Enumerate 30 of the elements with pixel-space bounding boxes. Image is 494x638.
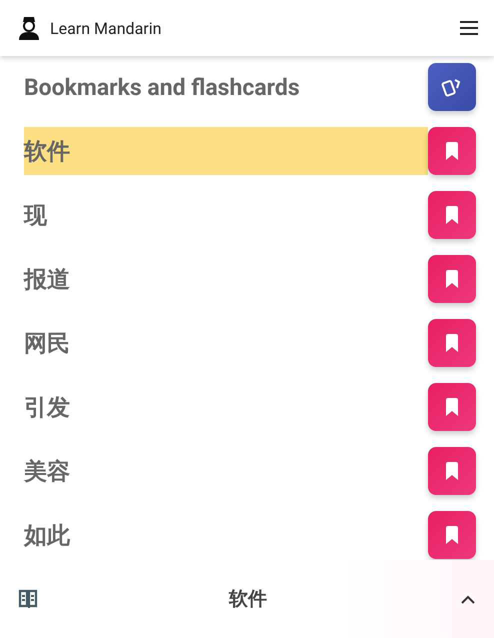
bookmark-button[interactable] [428,447,476,495]
menu-icon [459,20,479,36]
current-word: 软件 [228,587,268,612]
bookmark-button[interactable] [428,255,476,303]
word-item[interactable]: 报道 [24,255,428,303]
bookmark-icon [445,141,459,161]
person-avatar-icon [18,16,40,40]
bookmark-icon [445,205,459,225]
bookmark-icon [445,269,459,289]
word-item[interactable]: 软件 [24,127,428,175]
app-title: Learn Mandarin [50,18,162,38]
flashcards-button[interactable] [428,63,476,111]
bookmark-icon [445,333,459,353]
bookmark-icon [445,461,459,481]
book-icon [18,589,38,609]
bookmark-button[interactable] [428,127,476,175]
word-item[interactable]: 如此 [24,511,428,559]
word-item[interactable]: 引发 [24,383,428,431]
bookmark-button[interactable] [428,511,476,559]
book-button[interactable] [18,589,38,609]
bookmark-button[interactable] [428,191,476,239]
word-item[interactable]: 现 [24,191,428,239]
word-item[interactable]: 美容 [24,447,428,495]
bookmark-icon [445,397,459,417]
bookmark-icon [445,525,459,545]
word-item[interactable]: 网民 [24,319,428,367]
bookmark-button[interactable] [428,319,476,367]
chevron-up-icon [461,594,475,604]
bookmark-button[interactable] [428,383,476,431]
page-heading: Bookmarks and flashcards [24,74,301,100]
